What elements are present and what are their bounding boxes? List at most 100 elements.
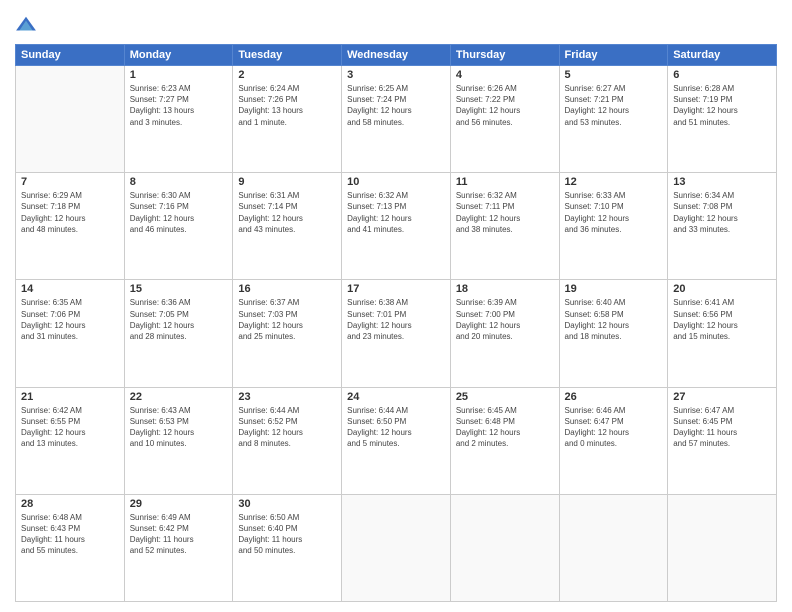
day-info: Sunrise: 6:34 AM Sunset: 7:08 PM Dayligh… — [673, 190, 771, 235]
calendar-cell: 1 Sunrise: 6:23 AM Sunset: 7:27 PM Daylig… — [124, 66, 233, 173]
day-info: Sunrise: 6:50 AM Sunset: 6:40 PM Dayligh… — [238, 512, 336, 557]
calendar-cell: 11 Sunrise: 6:32 AM Sunset: 7:11 PM Dayli… — [450, 173, 559, 280]
calendar-cell: 15 Sunrise: 6:36 AM Sunset: 7:05 PM Dayli… — [124, 280, 233, 387]
day-number: 24 — [347, 391, 445, 403]
day-info: Sunrise: 6:32 AM Sunset: 7:13 PM Dayligh… — [347, 190, 445, 235]
day-info: Sunrise: 6:44 AM Sunset: 6:50 PM Dayligh… — [347, 405, 445, 450]
day-info: Sunrise: 6:48 AM Sunset: 6:43 PM Dayligh… — [21, 512, 119, 557]
day-info: Sunrise: 6:33 AM Sunset: 7:10 PM Dayligh… — [565, 190, 663, 235]
week-row-3: 21 Sunrise: 6:42 AM Sunset: 6:55 PM Dayli… — [16, 387, 777, 494]
calendar-cell: 22Sunrise: 6:43 AM Sunset: 6:53 PM Dayli… — [124, 387, 233, 494]
day-number: 28 — [21, 498, 119, 510]
calendar-cell: 5 Sunrise: 6:27 AM Sunset: 7:21 PM Daylig… — [559, 66, 668, 173]
weekday-header-monday: Monday — [124, 45, 233, 66]
day-number: 15 — [130, 283, 228, 295]
logo — [15, 14, 41, 36]
day-number: 26 — [565, 391, 663, 403]
day-info: Sunrise: 6:30 AM Sunset: 7:16 PM Dayligh… — [130, 190, 228, 235]
weekday-header-tuesday: Tuesday — [233, 45, 342, 66]
day-info: Sunrise: 6:32 AM Sunset: 7:11 PM Dayligh… — [456, 190, 554, 235]
calendar-cell: 17 Sunrise: 6:38 AM Sunset: 7:01 PM Dayli… — [342, 280, 451, 387]
calendar-cell: 28 Sunrise: 6:48 AM Sunset: 6:43 PM Dayli… — [16, 494, 125, 601]
calendar: SundayMondayTuesdayWednesdayThursdayFrid… — [15, 44, 777, 602]
day-number: 20 — [673, 283, 771, 295]
day-info: Sunrise: 6:47 AM Sunset: 6:45 PM Dayligh… — [673, 405, 771, 450]
calendar-cell: 19 Sunrise: 6:40 AM Sunset: 6:58 PM Dayli… — [559, 280, 668, 387]
week-row-1: 7Sunrise: 6:29 AM Sunset: 7:18 PM Daylig… — [16, 173, 777, 280]
day-number: 14 — [21, 283, 119, 295]
day-info: Sunrise: 6:23 AM Sunset: 7:27 PM Dayligh… — [130, 83, 228, 128]
day-number: 13 — [673, 176, 771, 188]
calendar-cell — [559, 494, 668, 601]
day-number: 9 — [238, 176, 336, 188]
day-number: 19 — [565, 283, 663, 295]
calendar-cell — [450, 494, 559, 601]
day-number: 10 — [347, 176, 445, 188]
calendar-cell: 16 Sunrise: 6:37 AM Sunset: 7:03 PM Dayli… — [233, 280, 342, 387]
calendar-cell: 4Sunrise: 6:26 AM Sunset: 7:22 PM Daylig… — [450, 66, 559, 173]
weekday-header-wednesday: Wednesday — [342, 45, 451, 66]
calendar-cell: 18 Sunrise: 6:39 AM Sunset: 7:00 PM Dayli… — [450, 280, 559, 387]
day-info: Sunrise: 6:31 AM Sunset: 7:14 PM Dayligh… — [238, 190, 336, 235]
day-number: 30 — [238, 498, 336, 510]
weekday-header-thursday: Thursday — [450, 45, 559, 66]
week-row-0: 1 Sunrise: 6:23 AM Sunset: 7:27 PM Daylig… — [16, 66, 777, 173]
day-info: Sunrise: 6:45 AM Sunset: 6:48 PM Dayligh… — [456, 405, 554, 450]
calendar-cell: 26 Sunrise: 6:46 AM Sunset: 6:47 PM Dayli… — [559, 387, 668, 494]
day-info: Sunrise: 6:27 AM Sunset: 7:21 PM Dayligh… — [565, 83, 663, 128]
calendar-cell: 6 Sunrise: 6:28 AM Sunset: 7:19 PM Daylig… — [668, 66, 777, 173]
calendar-cell: 9 Sunrise: 6:31 AM Sunset: 7:14 PM Daylig… — [233, 173, 342, 280]
day-info: Sunrise: 6:29 AM Sunset: 7:18 PM Dayligh… — [21, 190, 119, 235]
calendar-cell: 2 Sunrise: 6:24 AM Sunset: 7:26 PM Daylig… — [233, 66, 342, 173]
calendar-cell: 21 Sunrise: 6:42 AM Sunset: 6:55 PM Dayli… — [16, 387, 125, 494]
calendar-cell: 27 Sunrise: 6:47 AM Sunset: 6:45 PM Dayli… — [668, 387, 777, 494]
day-number: 18 — [456, 283, 554, 295]
calendar-cell: 14 Sunrise: 6:35 AM Sunset: 7:06 PM Dayli… — [16, 280, 125, 387]
day-info: Sunrise: 6:41 AM Sunset: 6:56 PM Dayligh… — [673, 297, 771, 342]
day-number: 1 — [130, 69, 228, 81]
day-number: 6 — [673, 69, 771, 81]
week-row-2: 14 Sunrise: 6:35 AM Sunset: 7:06 PM Dayli… — [16, 280, 777, 387]
calendar-cell: 7Sunrise: 6:29 AM Sunset: 7:18 PM Daylig… — [16, 173, 125, 280]
day-number: 11 — [456, 176, 554, 188]
calendar-cell: 23 Sunrise: 6:44 AM Sunset: 6:52 PM Dayli… — [233, 387, 342, 494]
calendar-cell: 3 Sunrise: 6:25 AM Sunset: 7:24 PM Daylig… — [342, 66, 451, 173]
day-number: 2 — [238, 69, 336, 81]
day-info: Sunrise: 6:44 AM Sunset: 6:52 PM Dayligh… — [238, 405, 336, 450]
logo-icon — [15, 14, 37, 36]
calendar-cell — [16, 66, 125, 173]
calendar-cell: 29Sunrise: 6:49 AM Sunset: 6:42 PM Dayli… — [124, 494, 233, 601]
day-info: Sunrise: 6:43 AM Sunset: 6:53 PM Dayligh… — [130, 405, 228, 450]
day-info: Sunrise: 6:46 AM Sunset: 6:47 PM Dayligh… — [565, 405, 663, 450]
calendar-cell: 10 Sunrise: 6:32 AM Sunset: 7:13 PM Dayli… — [342, 173, 451, 280]
day-info: Sunrise: 6:36 AM Sunset: 7:05 PM Dayligh… — [130, 297, 228, 342]
day-info: Sunrise: 6:35 AM Sunset: 7:06 PM Dayligh… — [21, 297, 119, 342]
week-row-4: 28 Sunrise: 6:48 AM Sunset: 6:43 PM Dayli… — [16, 494, 777, 601]
day-number: 5 — [565, 69, 663, 81]
calendar-cell — [668, 494, 777, 601]
day-number: 8 — [130, 176, 228, 188]
day-number: 3 — [347, 69, 445, 81]
day-info: Sunrise: 6:42 AM Sunset: 6:55 PM Dayligh… — [21, 405, 119, 450]
day-number: 17 — [347, 283, 445, 295]
day-number: 4 — [456, 69, 554, 81]
day-info: Sunrise: 6:25 AM Sunset: 7:24 PM Dayligh… — [347, 83, 445, 128]
day-info: Sunrise: 6:28 AM Sunset: 7:19 PM Dayligh… — [673, 83, 771, 128]
weekday-header-sunday: Sunday — [16, 45, 125, 66]
calendar-cell: 24 Sunrise: 6:44 AM Sunset: 6:50 PM Dayli… — [342, 387, 451, 494]
calendar-cell: 8 Sunrise: 6:30 AM Sunset: 7:16 PM Daylig… — [124, 173, 233, 280]
day-number: 29 — [130, 498, 228, 510]
calendar-cell — [342, 494, 451, 601]
day-number: 27 — [673, 391, 771, 403]
day-info: Sunrise: 6:24 AM Sunset: 7:26 PM Dayligh… — [238, 83, 336, 128]
day-info: Sunrise: 6:39 AM Sunset: 7:00 PM Dayligh… — [456, 297, 554, 342]
day-number: 21 — [21, 391, 119, 403]
day-info: Sunrise: 6:40 AM Sunset: 6:58 PM Dayligh… — [565, 297, 663, 342]
day-number: 16 — [238, 283, 336, 295]
day-info: Sunrise: 6:38 AM Sunset: 7:01 PM Dayligh… — [347, 297, 445, 342]
day-info: Sunrise: 6:37 AM Sunset: 7:03 PM Dayligh… — [238, 297, 336, 342]
calendar-cell: 30 Sunrise: 6:50 AM Sunset: 6:40 PM Dayli… — [233, 494, 342, 601]
calendar-cell: 25Sunrise: 6:45 AM Sunset: 6:48 PM Dayli… — [450, 387, 559, 494]
day-number: 23 — [238, 391, 336, 403]
weekday-header-friday: Friday — [559, 45, 668, 66]
